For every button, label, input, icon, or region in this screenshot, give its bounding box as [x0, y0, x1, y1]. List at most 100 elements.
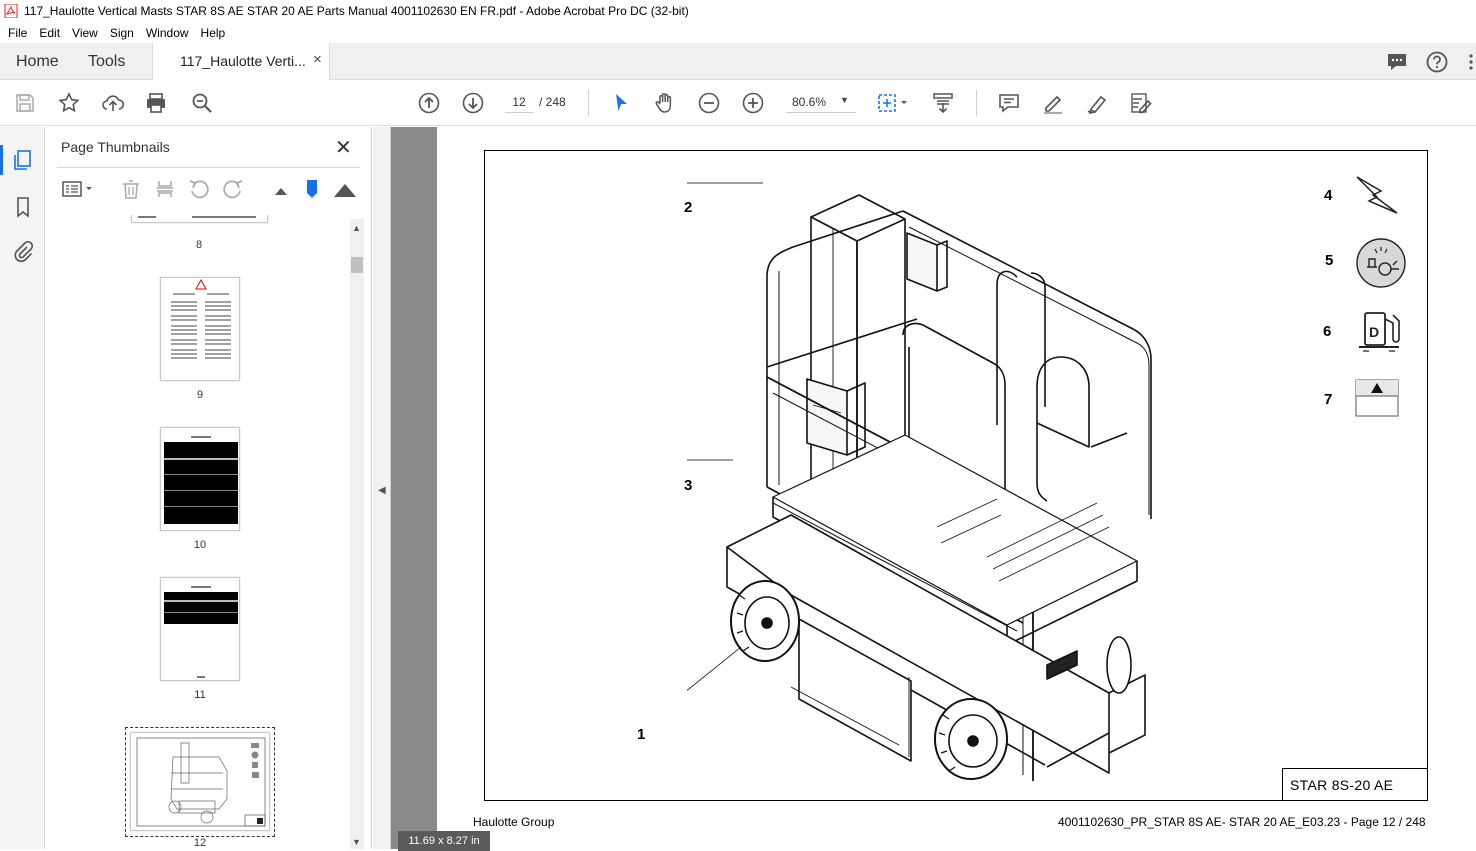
- footer-company: Haulotte Group: [473, 815, 555, 829]
- menu-edit[interactable]: Edit: [33, 26, 66, 40]
- callout-7: 7: [1324, 391, 1333, 408]
- rotate-clockwise-icon[interactable]: [221, 177, 245, 201]
- tab-tools[interactable]: Tools: [88, 43, 125, 80]
- title-bar: 117_Haulotte Vertical Masts STAR 8S AE S…: [0, 0, 1476, 22]
- thumbnail-page-8[interactable]: [131, 215, 268, 223]
- zoom-in-icon[interactable]: [741, 91, 765, 115]
- thumbnail-page-number: 10: [193, 539, 207, 551]
- left-navigation-rail: [0, 127, 45, 849]
- menu-sign[interactable]: Sign: [104, 26, 140, 40]
- pdf-page: 1 2 3 4 5 6 7 D STAR 8S-20 AE Haulotte G…: [437, 127, 1476, 849]
- page-thumbnails-icon[interactable]: [11, 148, 35, 172]
- warning-label-icon: [1355, 379, 1399, 417]
- panel-title: Page Thumbnails: [61, 139, 170, 155]
- model-label: STAR 8S-20 AE: [1290, 777, 1394, 793]
- zoom-level-value: 80.6%: [792, 95, 827, 109]
- thumbnail-size-slider-icon[interactable]: [300, 177, 324, 201]
- page-total: / 248: [539, 95, 566, 109]
- add-comment-icon[interactable]: [997, 91, 1021, 115]
- chevron-down-icon: ▼: [840, 95, 849, 105]
- document-viewport[interactable]: ◀ 1 2 3 4 5 6 7 D STAR 8S-20 AE Haulotte…: [373, 127, 1476, 851]
- rotate-counterclockwise-icon[interactable]: [187, 177, 211, 201]
- split-pages-icon[interactable]: [153, 177, 177, 201]
- window-title: 117_Haulotte Vertical Masts STAR 8S AE S…: [24, 4, 689, 18]
- save-icon[interactable]: [13, 91, 37, 115]
- svg-text:D: D: [1369, 324, 1379, 340]
- menu-window[interactable]: Window: [140, 26, 195, 40]
- thumbnail-page-9[interactable]: [160, 277, 240, 381]
- delete-page-icon[interactable]: [119, 177, 143, 201]
- footer-document-reference: 4001102630_PR_STAR 8S AE- STAR 20 AE_E03…: [1058, 815, 1426, 829]
- tab-document[interactable]: 117_Haulotte Verti... ×: [152, 43, 330, 81]
- tab-home[interactable]: Home: [16, 43, 59, 80]
- thumbnail-page-number: 8: [195, 239, 203, 251]
- comment-bubble-icon[interactable]: [1385, 50, 1409, 74]
- select-cursor-icon[interactable]: [609, 91, 633, 115]
- menu-file[interactable]: File: [2, 26, 33, 40]
- toolbar-divider: [588, 90, 589, 116]
- scroll-down-arrow-icon[interactable]: ▼: [352, 837, 361, 847]
- diesel-fuel-pump-icon: D: [1359, 312, 1400, 352]
- close-panel-icon[interactable]: ✕: [335, 135, 352, 160]
- menu-help[interactable]: Help: [195, 26, 232, 40]
- highlight-pen-icon[interactable]: [1041, 91, 1065, 115]
- scroll-mode-icon[interactable]: [931, 91, 955, 115]
- thumbnail-list: 8 9 10 11 12: [45, 215, 350, 849]
- callout-4: 4: [1324, 187, 1333, 204]
- thumbnail-page-number: 9: [196, 389, 204, 401]
- upload-cloud-icon[interactable]: [101, 91, 125, 115]
- warning-triangle-icon: [171, 278, 231, 359]
- thumbnail-drawing: [136, 737, 266, 827]
- thumbnail-page-number: 12: [193, 837, 207, 849]
- tab-document-label: 117_Haulotte Verti...: [180, 53, 306, 69]
- scrollbar-thumb[interactable]: [351, 257, 363, 273]
- callout-1: 1: [637, 726, 646, 743]
- collapse-panel-handle[interactable]: ◀: [373, 127, 391, 849]
- tab-close-icon[interactable]: ×: [313, 51, 322, 68]
- thumbnail-size-large-icon[interactable]: [331, 177, 359, 201]
- thumbnail-page-number: 11: [194, 689, 206, 701]
- callout-5: 5: [1325, 252, 1334, 269]
- thumbnail-page-10[interactable]: [160, 427, 240, 531]
- scroll-up-arrow-icon[interactable]: ▲: [352, 223, 361, 233]
- hydraulic-gauge-icon: [1356, 238, 1406, 288]
- model-designation-box: STAR 8S-20 AE: [1282, 768, 1427, 800]
- next-page-icon[interactable]: [461, 91, 485, 115]
- menu-view[interactable]: View: [66, 26, 104, 40]
- tab-bar: Home Tools 117_Haulotte Verti... ×: [0, 43, 1476, 81]
- fit-page-icon[interactable]: [876, 91, 910, 115]
- thumbnail-size-small-icon[interactable]: [269, 177, 293, 201]
- sign-pen-icon[interactable]: [1085, 91, 1109, 115]
- acrobat-app-icon: [4, 4, 18, 18]
- previous-page-icon[interactable]: [417, 91, 441, 115]
- hand-pan-icon[interactable]: [653, 91, 677, 115]
- toolbar-divider: [976, 90, 977, 116]
- callout-6: 6: [1323, 323, 1332, 340]
- thumbnail-options-icon[interactable]: [60, 177, 96, 201]
- zoom-out-icon[interactable]: [697, 91, 721, 115]
- collapse-arrow-icon[interactable]: ◀: [378, 485, 386, 496]
- menu-bar: File Edit View Sign Window Help: [0, 22, 1476, 43]
- more-icon[interactable]: [1466, 50, 1476, 74]
- electrical-lightning-icon: [1356, 176, 1398, 214]
- scissor-lift-illustration: [687, 182, 1152, 781]
- callout-3: 3: [684, 477, 693, 494]
- print-icon[interactable]: [144, 91, 168, 115]
- main-toolbar: / 248 80.6% ▼: [0, 80, 1476, 126]
- callout-2: 2: [684, 199, 693, 216]
- page-number-input[interactable]: [505, 91, 533, 113]
- zoom-level-dropdown[interactable]: 80.6% ▼: [786, 91, 856, 113]
- bookmarks-icon[interactable]: [11, 195, 35, 219]
- help-icon[interactable]: [1425, 50, 1449, 74]
- zoom-search-icon[interactable]: [190, 91, 214, 115]
- thumbnail-scrollbar[interactable]: ▲ ▼: [350, 219, 364, 849]
- attachments-paperclip-icon[interactable]: [11, 240, 35, 264]
- bookmark-star-icon[interactable]: [57, 91, 81, 115]
- active-indicator: [0, 145, 3, 175]
- page-size-indicator: 11.69 x 8.27 in: [398, 831, 490, 851]
- thumbnail-page-12[interactable]: [130, 732, 270, 831]
- panel-divider: [57, 167, 360, 168]
- page-thumbnails-panel: Page Thumbnails ✕ 8 9 10 11 12 ▲ ▼: [45, 127, 372, 849]
- fill-sign-icon[interactable]: [1129, 91, 1153, 115]
- thumbnail-page-11[interactable]: [160, 577, 240, 681]
